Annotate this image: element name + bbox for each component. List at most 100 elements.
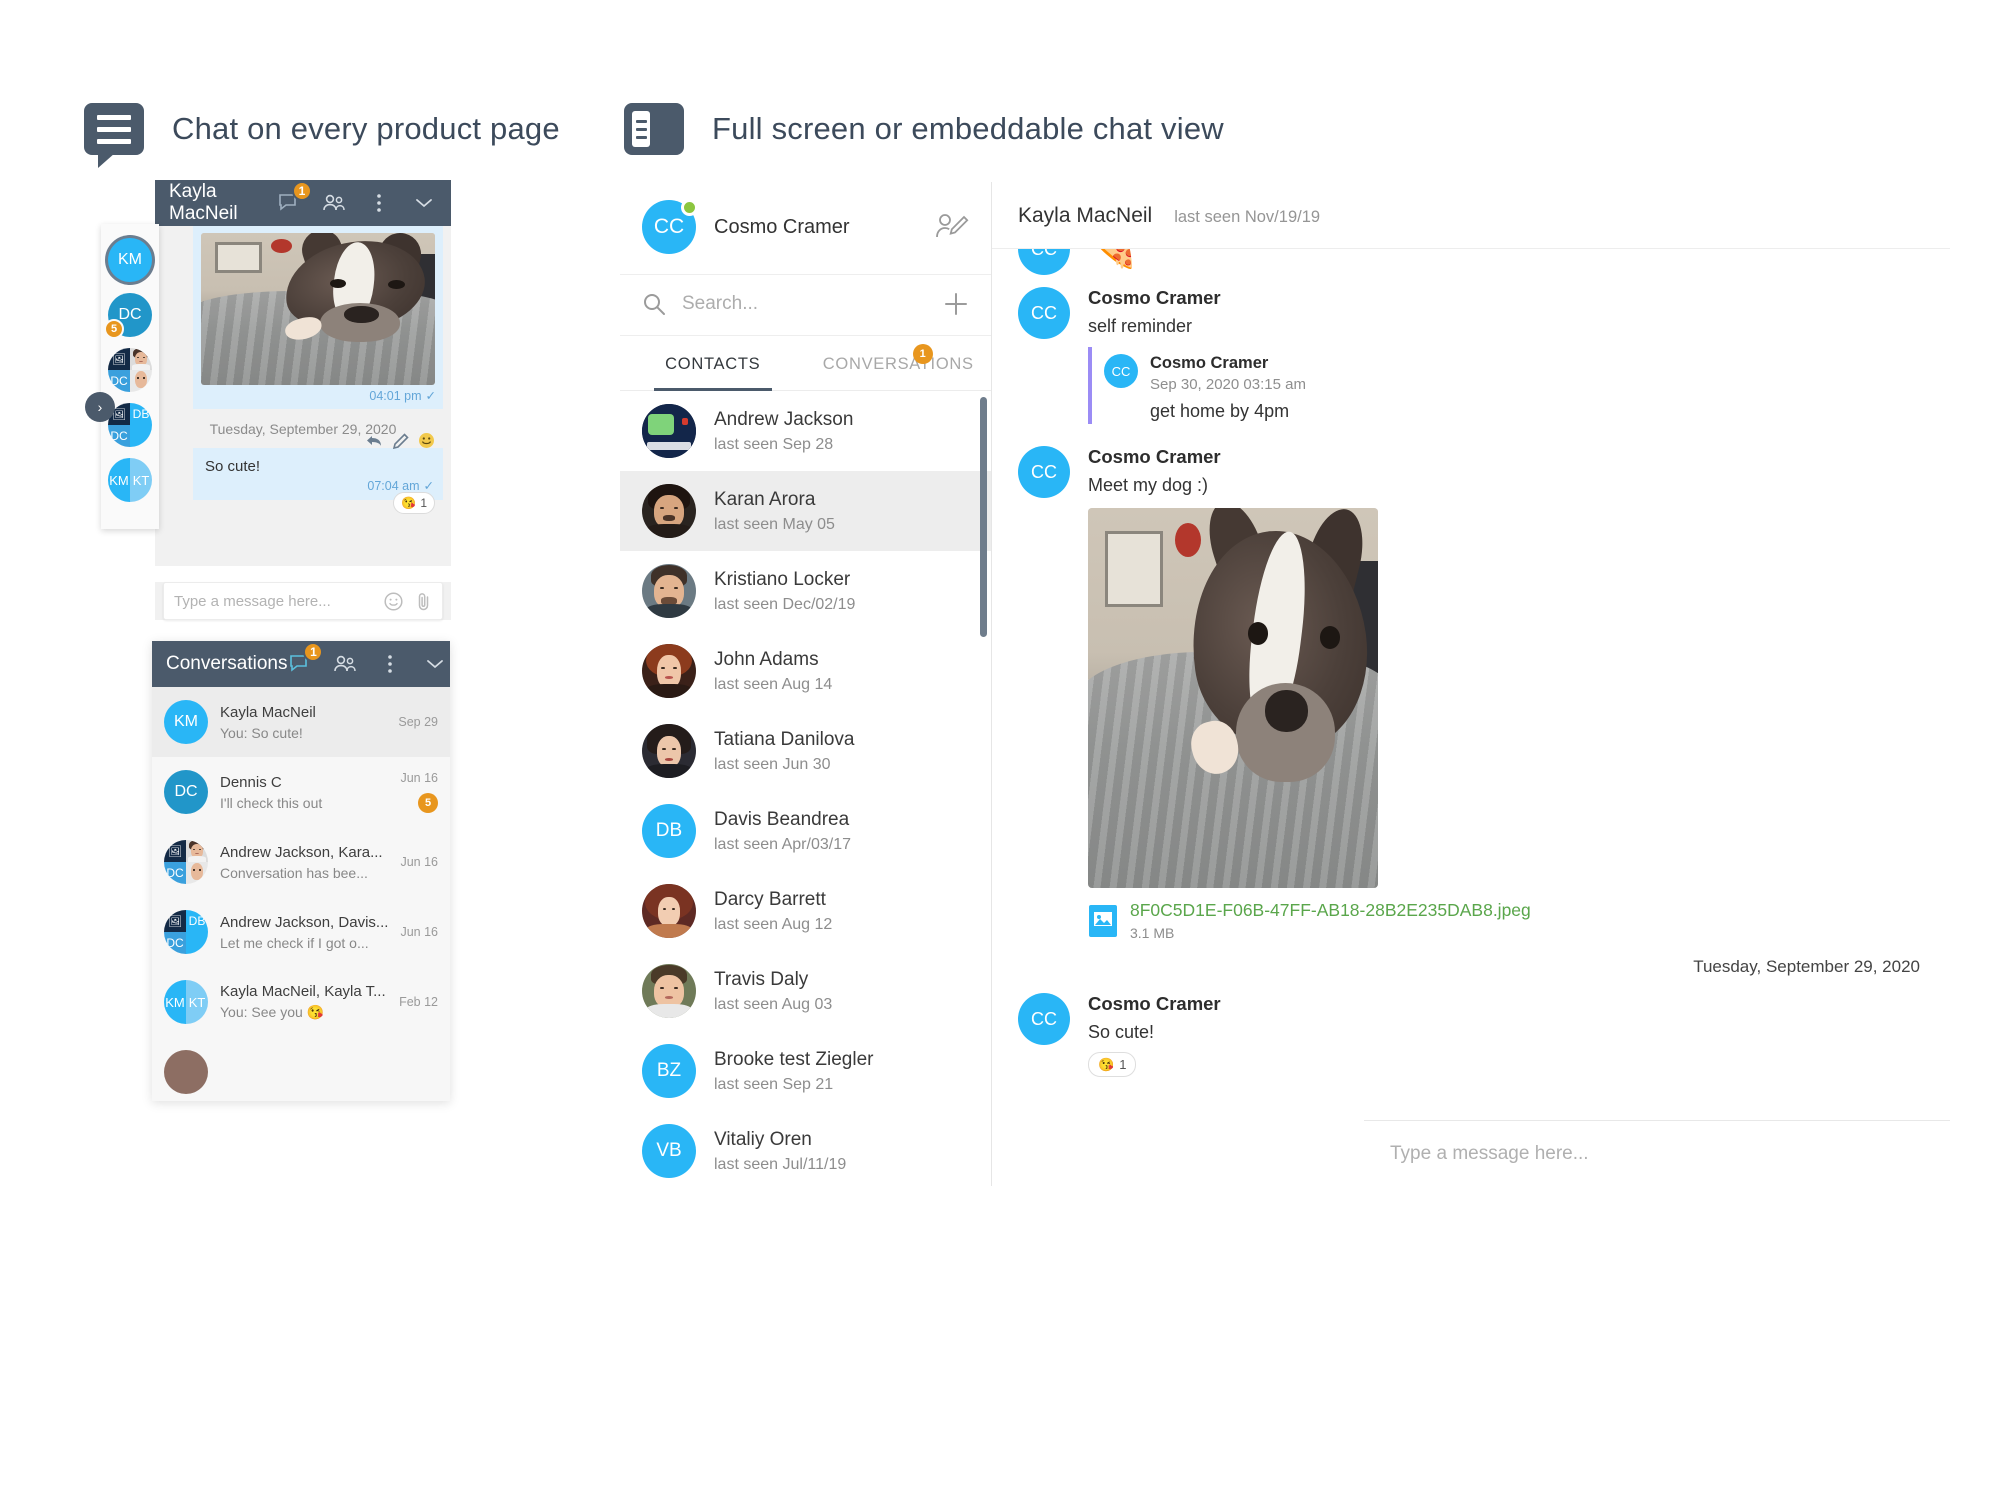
contact-last-seen: last seen May 05 [714,515,835,533]
contact-row[interactable]: BZ Brooke test Ziegler last seen Sep 21 [620,1031,991,1111]
dog-photo[interactable] [1088,508,1378,888]
rail-avatar[interactable]: KM KT [108,458,152,502]
search-input[interactable]: Search... [682,293,927,315]
contact-row[interactable]: Darcy Barrett last seen Aug 12 [620,871,991,951]
message-input-placeholder[interactable]: Type a message here... [174,593,384,610]
contact-row[interactable]: DB Davis Beandrea last seen Apr/03/17 [620,791,991,871]
conversation-list[interactable]: KM Kayla MacNeil You: So cute! Sep 29 DC… [152,687,450,1101]
chat-bubble-icon [84,103,144,168]
chat-peer-name: Kayla MacNeil [1018,204,1153,227]
conversation-name-partial [220,1064,438,1081]
contact-last-seen: last seen Apr/03/17 [714,835,851,853]
quoted-message[interactable]: CC Cosmo Cramer Sep 30, 2020 03:15 am ge… [1088,347,1924,424]
thumb-icon: 🖼 [164,840,186,862]
initials-left: KM [164,980,186,1024]
contact-row[interactable]: John Adams last seen Aug 14 [620,631,991,711]
search-bar[interactable]: Search... [620,274,991,336]
initials-blank [186,932,208,954]
chat-bubble-icon[interactable]: 1 [276,181,312,216]
avatar [642,404,696,458]
panel-layout-icon [624,103,684,155]
rail-avatar[interactable]: KM [108,238,152,282]
avatar [642,484,696,538]
conversation-row[interactable]: KM Kayla MacNeil You: So cute! Sep 29 [152,687,450,757]
reaction-count: 1 [1119,1057,1127,1072]
contact-last-seen: last seen Sep 28 [714,435,834,453]
scrollbar-thumb[interactable] [980,397,987,637]
reaction-chip[interactable]: 😘 1 [1088,1052,1137,1077]
edit-icon[interactable] [393,432,409,449]
chat-header: Kayla MacNeil last seen Nov/19/19 [992,182,1950,249]
contact-last-seen: last seen Aug 12 [714,915,833,933]
contact-name: Brooke test Ziegler [714,1048,874,1070]
message-thread: 04:01 pm ✓ Tuesday, September 29, 2020 So… [155,226,451,566]
rail-avatar[interactable]: 🖼 DC [108,348,152,392]
message-composer[interactable]: Type a message here... [1364,1120,1950,1186]
attach-icon[interactable] [415,592,432,611]
contact-row[interactable]: Karan Arora last seen May 05 [620,471,991,551]
contact-row[interactable]: Kristiano Locker last seen Dec/02/19 [620,551,991,631]
unread-badge: 1 [913,344,933,364]
contact-row[interactable]: VB Vitaliy Oren last seen Jul/11/19 [620,1111,991,1191]
conversation-preview: You: So cute! [220,724,303,741]
avatar: CC [1018,287,1070,339]
message-text: Meet my dog :) [1088,475,1209,495]
product-chat-widget: Kayla MacNeil 1 04:01 pm ✓ Tuesday, Sept… [155,180,451,630]
reaction-emoji: 😘 [1098,1056,1115,1072]
current-user-row[interactable]: CC Cosmo Cramer [620,182,991,274]
file-name[interactable]: 8F0C5D1E-F06B-47FF-AB18-28B2E235DAB8.jpe… [1130,900,1531,921]
conversation-row[interactable]: 🖼 DB DC Andrew Jackson, Davis... Let me … [152,897,450,967]
initials-right: KT [130,458,152,502]
tab-contacts[interactable]: CONTACTS [620,336,806,390]
tab-conversations[interactable]: CONVERSATIONS 1 [806,336,992,390]
contact-row[interactable]: Travis Daly last seen Aug 03 [620,951,991,1031]
conversation-row-partial[interactable] [152,1037,450,1101]
widget-header: Kayla MacNeil 1 [155,180,451,226]
conversation-name: Dennis C [220,773,282,791]
message-text: self reminder [1088,316,1193,336]
face-thumb [130,348,152,370]
thumb-icon: 🖼 [108,348,130,370]
chevron-down-icon[interactable] [411,190,437,216]
contact-last-seen: last seen Jun 30 [714,755,831,773]
sidebar-tabs[interactable]: CONTACTS CONVERSATIONS 1 [620,336,991,391]
rail-expand-button[interactable]: › [85,392,115,422]
message-composer[interactable]: Type a message here... [163,582,443,620]
file-attachment[interactable]: 8F0C5D1E-F06B-47FF-AB18-28B2E235DAB8.jpe… [1088,900,1924,941]
compose-pencil-icon[interactable] [935,212,969,242]
more-vertical-icon[interactable] [377,651,403,677]
chevron-down-icon[interactable] [422,651,448,677]
conversation-row[interactable]: KM KT Kayla MacNeil, Kayla T... You: See… [152,967,450,1037]
thumb-icon: 🖼 [164,910,186,932]
widget-title: Kayla MacNeil [169,181,238,224]
message-input[interactable]: Type a message here... [1390,1143,1589,1165]
contact-row[interactable]: Tatiana Danilova last seen Jun 30 [620,711,991,791]
reaction-chip[interactable]: 😘 1 [393,492,435,514]
avatar [642,644,696,698]
contact-row[interactable]: Andrew Jackson last seen Sep 28 [620,391,991,471]
plus-icon[interactable] [943,291,969,317]
people-icon[interactable] [321,190,347,216]
conversation-date: Jun 16 [400,925,438,939]
initials-right: KT [186,980,208,1024]
initials: DC [108,370,130,392]
chat-bubble-icon[interactable]: 1 [287,642,324,677]
avatar [642,884,696,938]
more-vertical-icon[interactable] [366,190,392,216]
avatar: DC [164,770,208,814]
search-icon [642,292,666,316]
people-icon[interactable] [332,651,358,677]
reply-icon[interactable] [366,434,384,448]
unread-badge: 1 [292,181,312,201]
contacts-list[interactable]: Andrew Jackson last seen Sep 28 Karan Ar… [620,391,991,1197]
message-actions[interactable] [366,432,435,449]
emoji-icon[interactable] [418,432,435,449]
contact-last-seen: last seen Aug 14 [714,675,833,693]
dog-photo[interactable] [201,233,435,385]
emoji-icon[interactable] [384,591,403,611]
chat-thread[interactable]: CC 🍕 CC Cosmo Cramer self reminder CC [992,249,1950,1084]
conversation-row[interactable]: 🖼 DC Andrew Jackson, Kara... Conversatio… [152,827,450,897]
conversation-row[interactable]: DC Dennis C I'll check this out Jun 16 5 [152,757,450,827]
rail-avatar[interactable]: DC 5 [104,293,152,339]
avatar-rail[interactable]: KM DC 5 🖼 DC 🖼 DB DC KM KT › [85,224,159,529]
